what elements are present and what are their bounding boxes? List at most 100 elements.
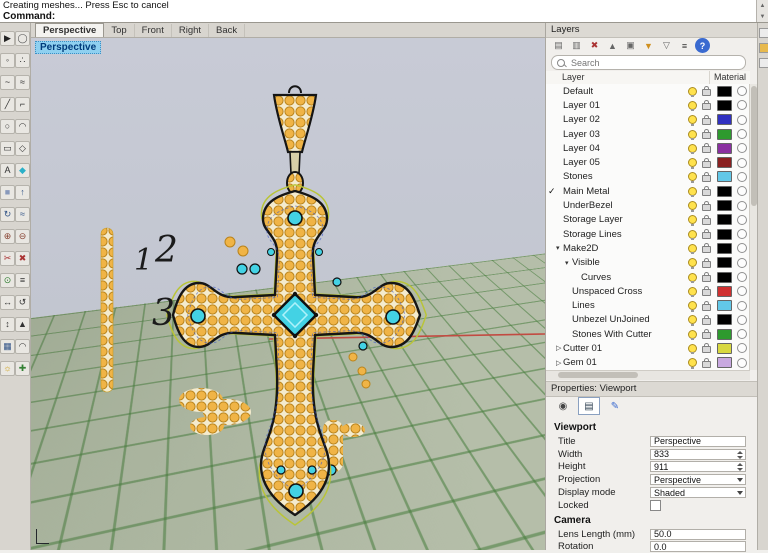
projection-dropdown[interactable]: Perspective (650, 474, 746, 485)
polyline-icon[interactable]: ⌐ (15, 97, 30, 112)
display-properties-tab-icon[interactable]: ✎ (604, 397, 626, 415)
boolean-difference-icon[interactable]: ⊖ (15, 229, 30, 244)
layer-material-circle[interactable] (737, 172, 747, 182)
collapse-arrow-icon[interactable]: ▾ (556, 244, 563, 252)
array-icon[interactable]: ▦ (0, 339, 15, 354)
height-field[interactable]: 911 (650, 461, 746, 472)
layer-material-circle[interactable] (737, 272, 747, 282)
folder-icon[interactable] (759, 43, 768, 53)
collapse-arrow-icon[interactable]: ▾ (565, 259, 572, 267)
command-prompt[interactable]: Command: (3, 11, 55, 22)
layer-lock-icon[interactable] (702, 361, 711, 368)
layer-lock-icon[interactable] (702, 304, 711, 311)
interpolate-curve-icon[interactable]: ≈ (15, 75, 30, 90)
layer-lock-icon[interactable] (702, 289, 711, 296)
layer-material-circle[interactable] (737, 258, 747, 268)
rotation-field[interactable]: 0.0 (650, 541, 746, 552)
layer-material-circle[interactable] (737, 315, 747, 325)
add-object-icon[interactable]: ✚ (15, 361, 30, 376)
layer-visibility-bulb-icon[interactable] (688, 301, 697, 310)
viewport-properties-tab-icon[interactable]: ▤ (578, 397, 600, 415)
layer-row-cutter-01[interactable]: ▷Cutter 01 (546, 341, 750, 355)
mirror-icon[interactable]: ▲ (15, 317, 30, 332)
layer-row-layer-04[interactable]: Layer 04 (546, 141, 750, 155)
expand-all-icon[interactable]: ▣ (623, 38, 638, 53)
layer-lock-icon[interactable] (702, 332, 711, 339)
line-icon[interactable]: ╱ (0, 97, 15, 112)
select-tool-icon[interactable]: ▶ (0, 31, 15, 46)
layer-color-swatch[interactable] (717, 272, 732, 283)
locked-checkbox[interactable] (650, 500, 661, 511)
gold-strip[interactable] (101, 228, 113, 392)
title-field[interactable]: Perspective (650, 436, 746, 447)
layer-visibility-bulb-icon[interactable] (688, 344, 697, 353)
boolean-union-icon[interactable]: ⊕ (0, 229, 15, 244)
layer-material-circle[interactable] (737, 143, 747, 153)
layer-material-circle[interactable] (737, 201, 747, 211)
layer-tools-icon[interactable]: ▽ (659, 38, 674, 53)
layer-color-swatch[interactable] (717, 314, 732, 325)
layer-visibility-bulb-icon[interactable] (688, 101, 697, 110)
layer-row-layer-01[interactable]: Layer 01 (546, 98, 750, 112)
layer-material-circle[interactable] (737, 86, 747, 96)
layer-color-swatch[interactable] (717, 329, 732, 340)
scroll-down-icon[interactable]: ▼ (757, 11, 768, 22)
layer-visibility-bulb-icon[interactable] (688, 230, 697, 239)
layer-visibility-bulb-icon[interactable] (688, 87, 697, 96)
layer-material-circle[interactable] (737, 129, 747, 139)
layer-color-swatch[interactable] (717, 171, 732, 182)
height-spinner[interactable] (736, 463, 744, 471)
rotate-icon[interactable]: ↺ (15, 295, 30, 310)
layer-visibility-bulb-icon[interactable] (688, 273, 697, 282)
layer-lock-icon[interactable] (702, 161, 711, 168)
layer-material-circle[interactable] (737, 115, 747, 125)
fillet-icon[interactable]: ◠ (15, 339, 30, 354)
scale-icon[interactable]: ↕ (0, 317, 15, 332)
layer-visibility-bulb-icon[interactable] (688, 172, 697, 181)
layer-material-circle[interactable] (737, 286, 747, 296)
surface-icon[interactable]: ■ (0, 185, 15, 200)
curve-icon[interactable]: ~ (0, 75, 15, 90)
extrude-icon[interactable]: ↑ (15, 185, 30, 200)
layer-row-layer-05[interactable]: Layer 05 (546, 155, 750, 169)
layer-material-circle[interactable] (737, 158, 747, 168)
chevron-down-icon[interactable] (737, 478, 743, 482)
layer-color-swatch[interactable] (717, 143, 732, 154)
object-properties-tab-icon[interactable]: ◉ (552, 397, 574, 415)
layer-lock-icon[interactable] (702, 261, 711, 268)
layer-lock-icon[interactable] (702, 218, 711, 225)
expand-arrow-icon[interactable]: ▷ (556, 344, 563, 352)
text-icon[interactable]: A (0, 163, 15, 178)
layer-visibility-bulb-icon[interactable] (688, 158, 697, 167)
panel-tab-icon[interactable] (759, 28, 768, 38)
join-icon[interactable]: ⊙ (0, 273, 15, 288)
display-mode-dropdown[interactable]: Shaded (650, 487, 746, 498)
search-input[interactable] (569, 57, 740, 69)
layers-search-box[interactable] (551, 55, 746, 70)
expand-arrow-icon[interactable]: ▷ (556, 359, 563, 367)
layer-row-main-metal[interactable]: ✓Main Metal (546, 184, 750, 198)
layer-row-stones-with-cutter[interactable]: Stones With Cutter (546, 327, 750, 341)
layer-color-swatch[interactable] (717, 229, 732, 240)
new-layer-icon[interactable]: ▤ (551, 38, 566, 53)
layer-lock-icon[interactable] (702, 118, 711, 125)
layer-color-swatch[interactable] (717, 157, 732, 168)
layer-row-curves[interactable]: Curves (546, 270, 750, 284)
layer-visibility-bulb-icon[interactable] (688, 258, 697, 267)
layer-visibility-bulb-icon[interactable] (688, 358, 697, 367)
rectangle-icon[interactable]: ▭ (0, 141, 15, 156)
command-bar[interactable]: Creating meshes... Press Esc to cancel C… (0, 0, 768, 23)
layer-row-layer-02[interactable]: Layer 02 (546, 113, 750, 127)
layer-color-swatch[interactable] (717, 214, 732, 225)
layer-lock-icon[interactable] (702, 246, 711, 253)
layer-material-circle[interactable] (737, 100, 747, 110)
layer-color-swatch[interactable] (717, 357, 732, 368)
layer-lock-icon[interactable] (702, 146, 711, 153)
layer-visibility-bulb-icon[interactable] (688, 315, 697, 324)
width-spinner[interactable] (736, 451, 744, 459)
layer-color-swatch[interactable] (717, 300, 732, 311)
polygon-icon[interactable]: ◇ (15, 141, 30, 156)
layer-color-swatch[interactable] (717, 100, 732, 111)
layer-row-unbezel-unjoined[interactable]: Unbezel UnJoined (546, 313, 750, 327)
command-history-scrollbar[interactable]: ▲ ▼ (756, 0, 768, 22)
